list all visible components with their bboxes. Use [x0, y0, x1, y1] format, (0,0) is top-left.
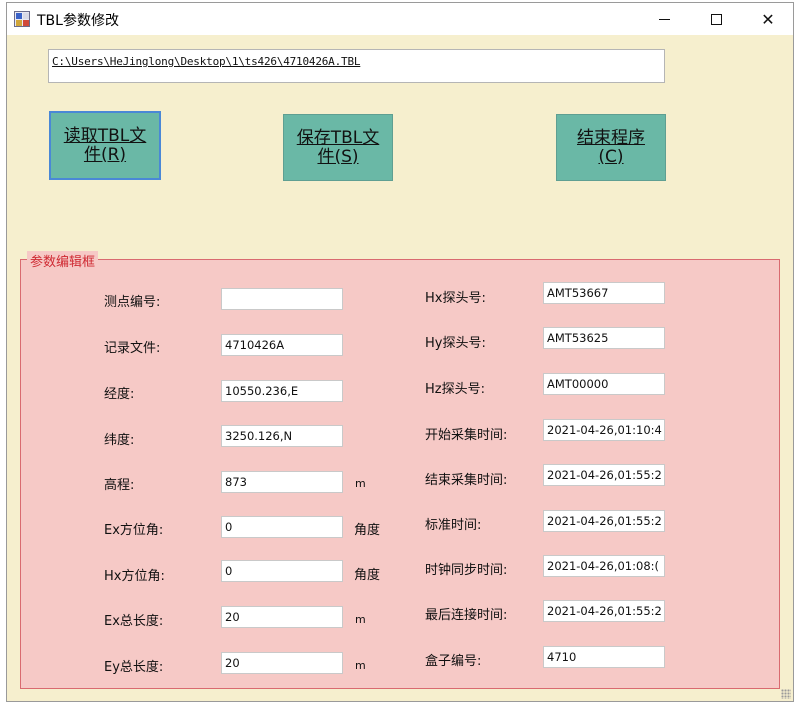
exit-program-button[interactable]: 结束程序 (C): [556, 114, 666, 181]
resize-grip-icon[interactable]: [781, 689, 791, 699]
hx-azimuth-label: Hx方位角:: [104, 569, 165, 584]
standard-time-field[interactable]: 2021-04-26,01:55:2: [543, 510, 665, 532]
start-time-field[interactable]: 2021-04-26,01:10:4: [543, 419, 665, 441]
hy-probe-field[interactable]: AMT53625: [543, 327, 665, 349]
minimize-icon: [658, 18, 670, 20]
window-title: TBL参数修改: [37, 13, 119, 29]
ey-length-field[interactable]: 20: [221, 652, 343, 674]
hx-azimuth-unit: 角度: [354, 568, 381, 583]
hz-probe-field[interactable]: AMT00000: [543, 373, 665, 395]
minimize-button[interactable]: [641, 3, 687, 35]
app-icon[interactable]: [14, 11, 30, 27]
ey-length-unit: m: [355, 659, 366, 672]
box-number-field[interactable]: 4710: [543, 646, 665, 668]
box-number-label: 盒子编号:: [425, 654, 482, 669]
parameter-edit-group: 参数编辑框 测点编号: 记录文件: 4710426A 经度: 10550.236…: [20, 251, 780, 689]
elevation-unit: m: [355, 477, 366, 490]
title-bar: TBL参数修改 ✕: [7, 3, 793, 35]
read-tbl-label-line2: 件(R): [83, 144, 127, 165]
ex-length-unit: m: [355, 613, 366, 626]
hy-probe-label: Hy探头号:: [425, 336, 486, 351]
standard-time-label: 标准时间:: [425, 518, 482, 533]
station-number-field[interactable]: [221, 288, 343, 310]
exit-label-line2: (C): [598, 146, 624, 167]
group-title: 参数编辑框: [27, 251, 99, 270]
ex-azimuth-label: Ex方位角:: [104, 523, 164, 538]
last-connect-time-field[interactable]: 2021-04-26,01:55:2: [543, 600, 665, 622]
save-tbl-button[interactable]: 保存TBL文 件(S): [283, 114, 393, 181]
ex-azimuth-unit: 角度: [354, 523, 381, 538]
read-tbl-button[interactable]: 读取TBL文 件(R): [49, 111, 161, 180]
hx-probe-field[interactable]: AMT53667: [543, 282, 665, 304]
end-time-field[interactable]: 2021-04-26,01:55:2: [543, 464, 665, 486]
main-window: TBL参数修改 ✕ C:\Users\HeJinglong\Desktop\1\…: [6, 2, 794, 702]
latitude-label: 纬度:: [104, 433, 135, 448]
hx-azimuth-field[interactable]: 0: [221, 560, 343, 582]
file-path-field[interactable]: C:\Users\HeJinglong\Desktop\1\ts426\4710…: [48, 49, 665, 83]
clock-sync-time-field[interactable]: 2021-04-26,01:08:(: [543, 555, 665, 577]
station-number-label: 测点编号:: [104, 295, 161, 310]
hx-probe-label: Hx探头号:: [425, 291, 486, 306]
hz-probe-label: Hz探头号:: [425, 382, 485, 397]
close-button[interactable]: ✕: [745, 3, 791, 35]
maximize-button[interactable]: [693, 3, 739, 35]
maximize-icon: [710, 13, 722, 25]
ey-length-label: Ey总长度:: [104, 660, 164, 675]
ex-length-field[interactable]: 20: [221, 606, 343, 628]
longitude-label: 经度:: [104, 387, 135, 402]
latitude-field[interactable]: 3250.126,N: [221, 425, 343, 447]
elevation-field[interactable]: 873: [221, 471, 343, 493]
record-file-field[interactable]: 4710426A: [221, 334, 343, 356]
last-connect-time-label: 最后连接时间:: [425, 608, 508, 623]
ex-azimuth-field[interactable]: 0: [221, 516, 343, 538]
exit-label-line1: 结束程序: [577, 127, 645, 148]
record-file-label: 记录文件:: [104, 341, 161, 356]
longitude-field[interactable]: 10550.236,E: [221, 380, 343, 402]
close-icon: ✕: [761, 9, 775, 29]
ex-length-label: Ex总长度:: [104, 614, 164, 629]
save-tbl-label-line2: 件(S): [317, 146, 359, 167]
end-time-label: 结束采集时间:: [425, 473, 508, 488]
save-tbl-label-line1: 保存TBL文: [296, 127, 380, 148]
read-tbl-label-line1: 读取TBL文: [63, 125, 147, 146]
elevation-label: 高程:: [104, 478, 135, 493]
clock-sync-time-label: 时钟同步时间:: [425, 563, 508, 578]
start-time-label: 开始采集时间:: [425, 428, 508, 443]
